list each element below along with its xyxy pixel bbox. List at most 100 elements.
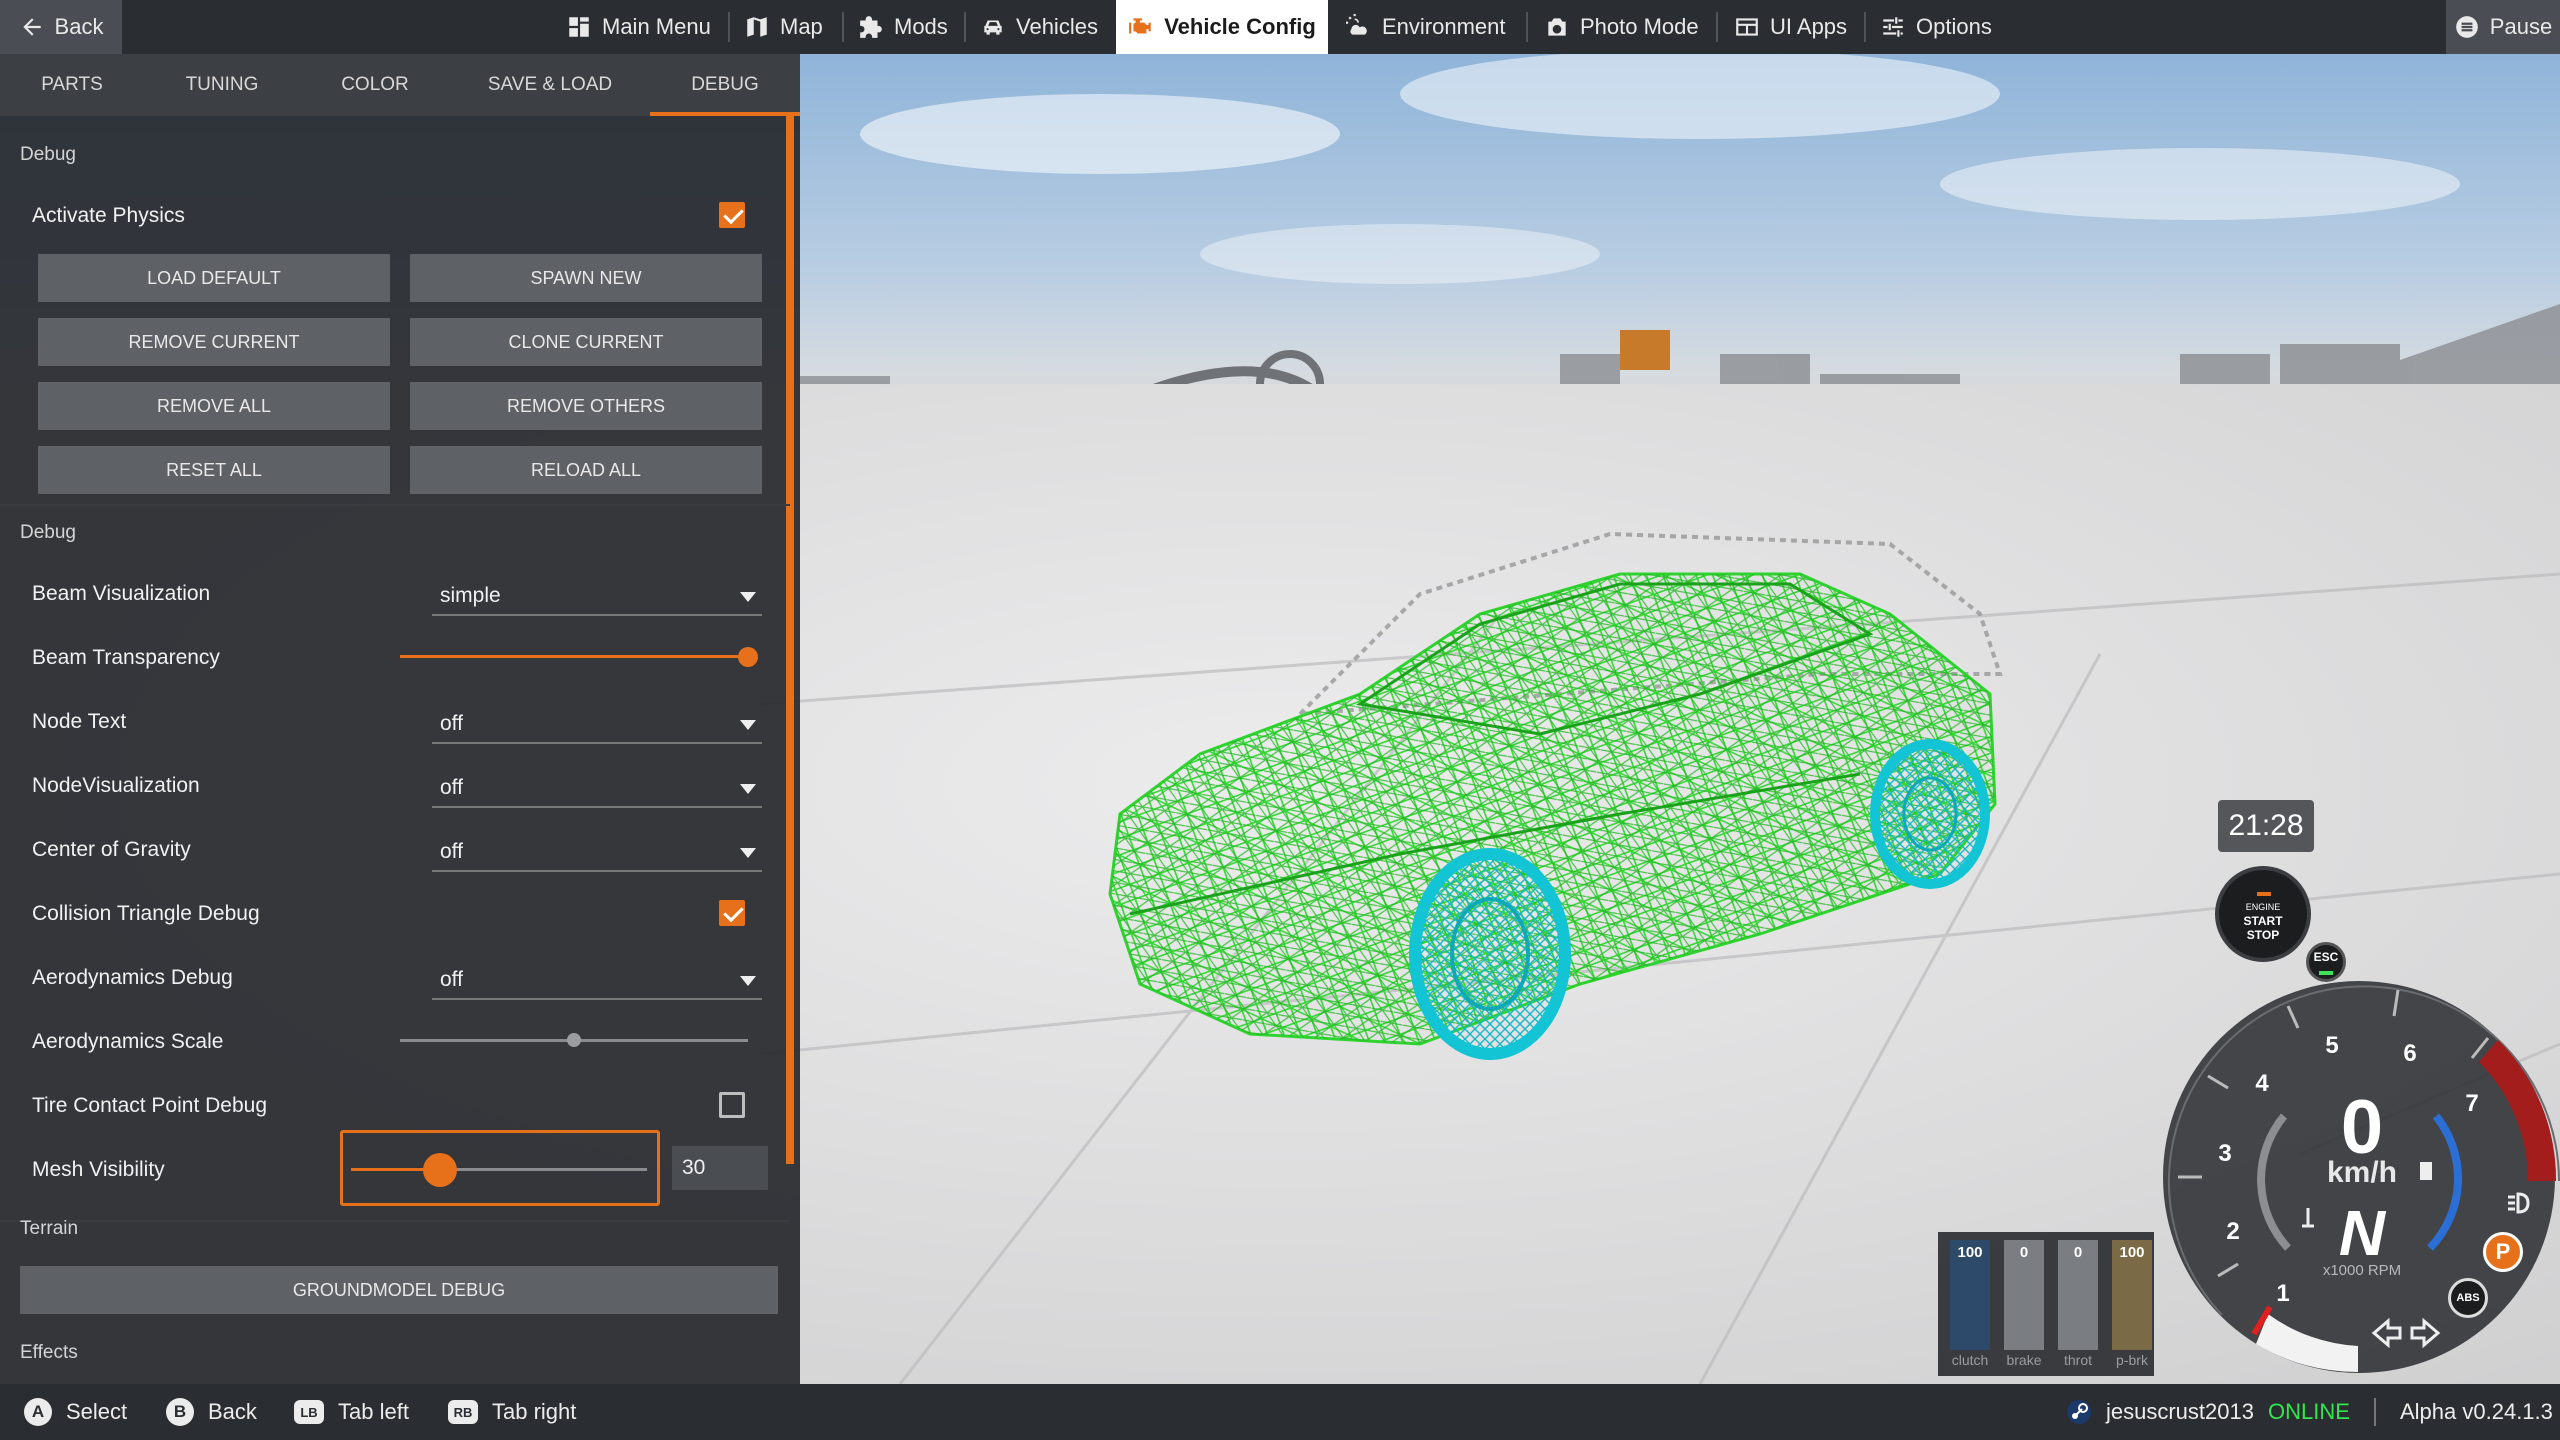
tab-save-load[interactable]: SAVE & LOAD xyxy=(450,54,650,116)
activate-physics-label: Activate Physics xyxy=(32,204,185,227)
game-clock: 21:28 xyxy=(2218,800,2314,852)
engine-start-label: START xyxy=(2243,914,2283,928)
chevron-down-icon xyxy=(740,720,756,730)
load-default-button[interactable]: LOAD DEFAULT xyxy=(38,254,390,302)
pedal-value: 0 xyxy=(2019,1244,2029,1261)
beam-transparency-thumb[interactable] xyxy=(738,647,758,667)
clone-current-button[interactable]: CLONE CURRENT xyxy=(410,318,762,366)
weather-icon xyxy=(1346,14,1367,35)
pause-label: Pause xyxy=(2489,14,2553,39)
activate-physics-checkbox[interactable] xyxy=(719,202,745,228)
nav-options-label: Options xyxy=(1916,14,1992,39)
nav-environment[interactable]: Environment xyxy=(1346,0,1506,54)
engine-start-label: ENGINE xyxy=(2245,902,2281,912)
rpm-unit: x1000 RPM xyxy=(2322,1262,2402,1279)
mesh-visibility-thumb[interactable] xyxy=(422,1153,457,1187)
tab-debug[interactable]: DEBUG xyxy=(650,54,800,116)
mesh-visibility-input[interactable]: 30 xyxy=(672,1146,768,1190)
pedal-value: 0 xyxy=(2073,1244,2083,1261)
nav-options[interactable]: Options xyxy=(1880,0,1992,54)
hint-select[interactable]: A Select xyxy=(24,1384,127,1440)
nav-main-menu-label: Main Menu xyxy=(602,14,711,39)
node-visualization-select[interactable]: off xyxy=(432,768,762,808)
nav-ui-apps-label: UI Apps xyxy=(1770,14,1848,39)
aerodynamics-debug-select[interactable]: off xyxy=(432,960,762,1000)
pedal-label: p-brk xyxy=(2116,1352,2148,1368)
sliders-icon xyxy=(1883,17,1903,37)
pedals-app: 100 clutch 0 brake 0 throt 100 p-brk xyxy=(1938,1232,2154,1376)
spawn-new-button[interactable]: SPAWN NEW xyxy=(410,254,762,302)
engine-start-stop-button[interactable]: ENGINE START STOP xyxy=(2215,866,2311,962)
aerodynamics-scale-thumb[interactable] xyxy=(567,1033,581,1047)
nav-ui-apps[interactable]: UI Apps xyxy=(1734,0,1847,54)
nav-vehicles[interactable]: Vehicles xyxy=(980,0,1098,54)
rpm-tick-label: 1 xyxy=(2276,1280,2290,1307)
nav-separator xyxy=(728,12,730,42)
reset-all-button[interactable]: RESET ALL xyxy=(38,446,390,494)
bottom-hint-bar: A Select B Back LB Tab left RB Tab right… xyxy=(0,1384,2560,1440)
pedal-label: clutch xyxy=(1951,1352,1989,1368)
hint-tab-right[interactable]: RB Tab right xyxy=(448,1384,576,1440)
gamepad-b-icon: B xyxy=(166,1398,194,1426)
hint-back[interactable]: B Back xyxy=(166,1384,257,1440)
chevron-down-icon xyxy=(740,784,756,794)
nav-environment-label: Environment xyxy=(1382,14,1506,39)
remove-current-button[interactable]: REMOVE CURRENT xyxy=(38,318,390,366)
tire-contact-point-debug-checkbox[interactable] xyxy=(719,1092,745,1118)
pedal-bar-clutch: 100 xyxy=(1950,1240,1990,1350)
abs-indicator: ABS xyxy=(2448,1278,2488,1318)
aerodynamics-debug-value: off xyxy=(440,968,463,991)
nav-photo-mode[interactable]: Photo Mode xyxy=(1544,0,1699,54)
beam-transparency-label: Beam Transparency xyxy=(32,646,220,669)
engine-led xyxy=(2257,892,2271,896)
section-title-debug-options: Debug xyxy=(20,522,76,543)
pause-button[interactable]: Pause xyxy=(2446,0,2560,54)
remove-all-button[interactable]: REMOVE ALL xyxy=(38,382,390,430)
panel-scrollbar[interactable] xyxy=(786,116,794,1164)
mesh-visibility-slider-focus[interactable] xyxy=(340,1130,660,1206)
node-text-select[interactable]: off xyxy=(432,704,762,744)
divider xyxy=(0,504,790,506)
tab-color[interactable]: COLOR xyxy=(300,54,450,116)
nav-mods[interactable]: Mods xyxy=(858,0,948,54)
nav-mods-label: Mods xyxy=(894,14,948,39)
beam-transparency-slider[interactable] xyxy=(400,655,748,658)
center-of-gravity-value: off xyxy=(440,840,463,863)
back-button[interactable]: Back xyxy=(0,0,122,54)
pedal-value: 100 xyxy=(1957,1244,1983,1261)
nav-photo-mode-label: Photo Mode xyxy=(1580,14,1699,39)
tire-contact-point-debug-label: Tire Contact Point Debug xyxy=(32,1094,268,1117)
config-tabs: PARTS TUNING COLOR SAVE & LOAD DEBUG xyxy=(0,54,800,116)
nav-separator xyxy=(1716,12,1718,42)
nav-separator xyxy=(842,12,844,42)
nav-map[interactable]: Map xyxy=(744,0,823,54)
section-title-debug: Debug xyxy=(20,144,76,165)
center-of-gravity-select[interactable]: off xyxy=(432,832,762,872)
pedal-label: throt xyxy=(2063,1352,2092,1368)
vehicle-config-panel: PARTS TUNING COLOR SAVE & LOAD DEBUG Deb… xyxy=(0,54,800,1384)
nav-separator xyxy=(964,12,966,42)
version-label: Alpha v0.24.1.3 xyxy=(2400,1399,2553,1424)
rpm-tick-label: 7 xyxy=(2465,1090,2479,1117)
hint-tab-left[interactable]: LB Tab left xyxy=(294,1384,409,1440)
tab-parts[interactable]: PARTS xyxy=(0,54,144,116)
engine-icon xyxy=(1129,18,1151,34)
reload-all-button[interactable]: RELOAD ALL xyxy=(410,446,762,494)
beam-visualization-value: simple xyxy=(440,584,501,607)
aerodynamics-debug-label: Aerodynamics Debug xyxy=(32,966,233,989)
remove-others-button[interactable]: REMOVE OTHERS xyxy=(410,382,762,430)
left-turn-signal-icon xyxy=(2371,1318,2402,1348)
groundmodel-debug-button[interactable]: GROUNDMODEL DEBUG xyxy=(20,1266,778,1314)
tab-tuning[interactable]: TUNING xyxy=(144,54,300,116)
rpm-tick-label: 5 xyxy=(2325,1032,2339,1059)
mesh-visibility-label: Mesh Visibility xyxy=(32,1158,165,1181)
hint-back-label: Back xyxy=(208,1399,257,1424)
beam-visualization-select[interactable]: simple xyxy=(432,576,762,616)
collision-triangle-debug-checkbox[interactable] xyxy=(719,900,745,926)
right-turn-signal-icon xyxy=(2410,1318,2441,1348)
chevron-down-icon xyxy=(740,592,756,602)
puzzle-icon xyxy=(860,16,882,38)
chevron-down-icon xyxy=(740,848,756,858)
nav-main-menu[interactable]: Main Menu xyxy=(566,0,711,54)
nav-vehicle-config[interactable]: Vehicle Config xyxy=(1116,0,1328,54)
